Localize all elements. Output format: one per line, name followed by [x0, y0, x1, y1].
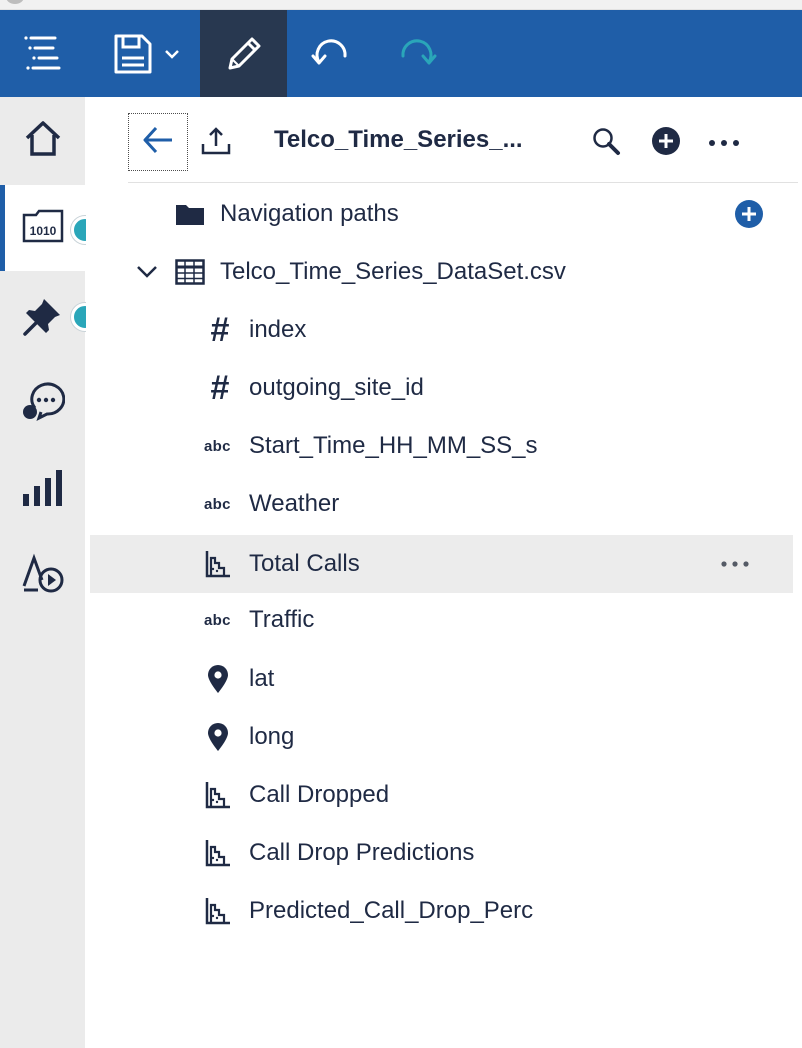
dataset-label: Telco_Time_Series_DataSet.csv [220, 258, 566, 285]
home-icon [23, 118, 63, 163]
menu-button[interactable] [0, 10, 86, 97]
field-row[interactable]: Call Drop Predictions [86, 824, 802, 882]
add-data-button[interactable] [646, 123, 686, 163]
field-row[interactable]: # outgoing_site_id [86, 359, 802, 417]
field-row[interactable]: long [86, 708, 802, 766]
rail-item-visualizations[interactable] [0, 447, 85, 533]
field-label: Call Drop Predictions [249, 839, 475, 866]
top-toolbar [0, 10, 802, 97]
pencil-icon [222, 32, 266, 76]
table-icon [175, 259, 205, 285]
dataset-row[interactable]: Telco_Time_Series_DataSet.csv [86, 243, 802, 301]
ellipsis-icon [708, 134, 740, 152]
rail-item-assistant[interactable] [0, 361, 85, 447]
measure-icon [204, 838, 232, 868]
field-label: Call Dropped [249, 781, 390, 808]
bar-chart-icon [21, 468, 65, 513]
folder-icon [175, 202, 205, 226]
text-type-icon: abc [204, 611, 231, 629]
search-button[interactable] [586, 123, 626, 163]
add-navigation-path-button[interactable] [734, 199, 764, 229]
add-circle-icon [650, 125, 682, 162]
field-label: index [249, 316, 307, 343]
redo-icon [395, 32, 439, 76]
conversation-icon [21, 380, 65, 429]
menu-stack-icon [21, 32, 65, 76]
field-label: Weather [249, 490, 340, 517]
back-button[interactable] [128, 113, 188, 171]
field-row[interactable]: Call Dropped [86, 766, 802, 824]
rail-item-story[interactable] [0, 533, 85, 619]
navigation-paths-label: Navigation paths [220, 200, 399, 227]
left-nav-rail: 1010 [0, 97, 99, 1048]
numeric-id-icon: # [210, 311, 230, 349]
redo-button[interactable] [376, 10, 458, 97]
field-label: Traffic [249, 606, 315, 633]
field-row[interactable]: abc Start_Time_HH_MM_SS_s [86, 417, 802, 475]
field-label: outgoing_site_id [249, 374, 424, 401]
window-top-edge [0, 0, 802, 10]
edit-mode-button[interactable] [200, 10, 287, 97]
rail-item-home[interactable] [0, 97, 85, 183]
row-more-options-button[interactable] [720, 560, 750, 568]
numeric-id-icon: # [210, 369, 230, 407]
pin-icon [22, 295, 64, 342]
panel-title: Telco_Time_Series_... [274, 126, 523, 153]
measure-icon [204, 780, 232, 810]
location-pin-icon [206, 722, 230, 752]
field-label: Total Calls [249, 550, 360, 577]
search-icon [591, 126, 621, 161]
data-panel: Telco_Time_Series_... Navigation paths T… [86, 97, 802, 1048]
field-label: Predicted_Call_Drop_Perc [249, 897, 534, 924]
upload-icon [200, 126, 232, 161]
svg-text:1010: 1010 [30, 224, 57, 238]
upload-button[interactable] [198, 125, 234, 161]
undo-button[interactable] [290, 10, 372, 97]
story-play-icon [20, 552, 66, 601]
text-type-icon: abc [204, 495, 231, 513]
field-row-highlighted[interactable]: Total Calls [90, 535, 793, 593]
field-row[interactable]: Predicted_Call_Drop_Perc [86, 882, 802, 940]
field-row[interactable]: lat [86, 650, 802, 708]
data-source-icon: 1010 [22, 209, 64, 248]
field-row[interactable]: # index [86, 301, 802, 359]
text-type-icon: abc [204, 437, 231, 455]
field-row[interactable]: abc Traffic [86, 591, 802, 649]
panel-header: Telco_Time_Series_... [128, 113, 798, 183]
undo-icon [309, 32, 353, 76]
field-label: lat [249, 665, 275, 692]
more-options-button[interactable] [704, 123, 744, 163]
field-label: Start_Time_HH_MM_SS_s [249, 432, 538, 459]
save-icon [110, 32, 154, 76]
measure-icon [204, 549, 232, 579]
window-control-dot [6, 0, 24, 4]
measure-icon [204, 896, 232, 926]
navigation-paths-row[interactable]: Navigation paths [86, 185, 802, 243]
field-row[interactable]: abc Weather [86, 475, 802, 533]
chevron-down-icon [164, 49, 180, 59]
save-menu-button[interactable] [100, 10, 190, 97]
field-label: long [249, 723, 295, 750]
location-pin-icon [206, 664, 230, 694]
arrow-left-icon [142, 126, 174, 159]
chevron-down-icon[interactable] [136, 265, 158, 279]
